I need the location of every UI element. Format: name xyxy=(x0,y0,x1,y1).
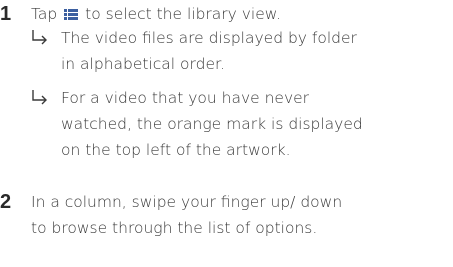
list-view-icon xyxy=(64,3,79,27)
instruction-text-before: Tap xyxy=(31,5,58,23)
step-instruction-line: to browse through the list of options. xyxy=(31,219,318,237)
result-arrow-icon xyxy=(31,28,51,48)
result-line: The video files are displayed by folder xyxy=(61,29,357,47)
result-line: watched, the orange mark is displayed xyxy=(61,115,363,133)
result-arrow-icon xyxy=(31,88,51,108)
result-line: on the top left of the artwork. xyxy=(61,141,291,159)
step-instruction-line: In a column, swipe your finger up/ down xyxy=(31,193,343,211)
result-line: in alphabetical order. xyxy=(61,55,225,73)
instruction-text-after: to select the library view. xyxy=(85,5,281,23)
step-number: 1 xyxy=(0,3,12,25)
step-number: 2 xyxy=(0,191,12,213)
step-instruction: Tap to select the library view. xyxy=(31,2,281,27)
result-line: For a video that you have never xyxy=(61,89,310,107)
